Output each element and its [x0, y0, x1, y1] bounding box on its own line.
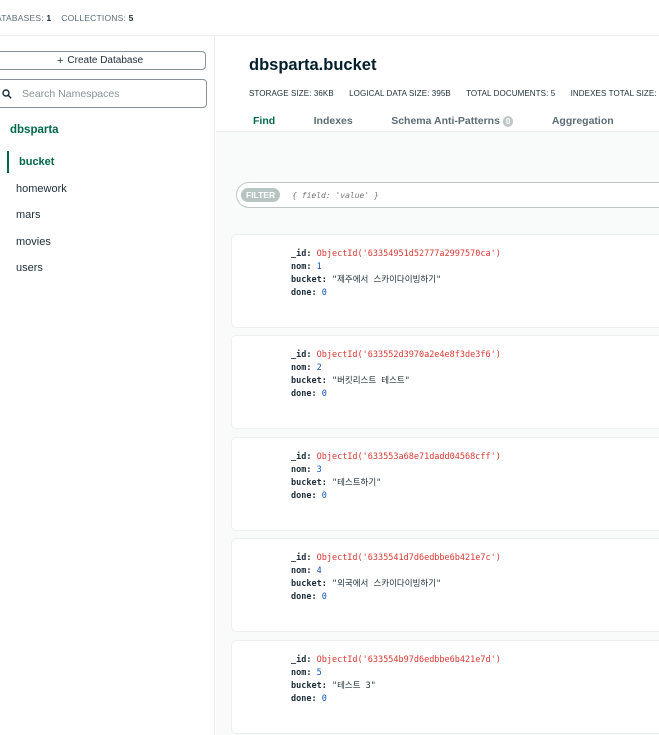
document-fields: _id: ObjectId('633553a68e71dadd04568cff'…: [291, 452, 501, 501]
databases-count: ATABASES: 1: [0, 12, 52, 23]
collection-item-bucket[interactable]: bucket: [0, 149, 215, 176]
database-item-dbsparta[interactable]: dbsparta: [10, 124, 59, 136]
tab-schema-anti-patterns[interactable]: Schema Anti-Patterns 0: [391, 115, 514, 127]
plus-icon: +: [56, 54, 64, 67]
document-card[interactable]: _id: ObjectId('633553a68e71dadd04568cff'…: [232, 438, 659, 530]
tab-find[interactable]: Find: [253, 115, 275, 127]
total-documents: TOTAL DOCUMENTS: 5: [466, 89, 556, 98]
create-database-button[interactable]: + Create Database: [0, 51, 206, 70]
anti-patterns-count-badge: 0: [502, 116, 514, 127]
document-card[interactable]: _id: ObjectId('633554b97d6edbbe6b421e7d'…: [232, 641, 659, 733]
main-panel: dbsparta.bucket STORAGE SIZE: 36KB LOGIC…: [216, 36, 659, 735]
collection-tabs: Find Indexes Schema Anti-Patterns 0 Aggre…: [253, 111, 648, 129]
indexes-total-size: INDEXES TOTAL SIZE: 36KB: [570, 89, 659, 98]
collection-item-homework[interactable]: homework: [0, 176, 215, 203]
document-fields: _id: ObjectId('63354951d52777a2997570ca'…: [291, 249, 501, 298]
filter-input[interactable]: [290, 189, 595, 201]
collection-item-mars[interactable]: mars: [0, 202, 215, 229]
search-namespaces-box[interactable]: [0, 79, 207, 108]
logical-data-size: LOGICAL DATA SIZE: 395B: [349, 89, 451, 98]
search-icon: [2, 88, 12, 99]
collection-item-movies[interactable]: movies: [0, 229, 215, 256]
collection-item-users[interactable]: users: [0, 255, 215, 282]
document-fields: _id: ObjectId('6335541d7d6edbbe6b421e7c'…: [291, 553, 501, 602]
document-card[interactable]: _id: ObjectId('6335541d7d6edbbe6b421e7c'…: [232, 539, 659, 631]
search-namespaces-input[interactable]: [20, 86, 194, 101]
tab-indexes[interactable]: Indexes: [314, 115, 353, 127]
document-card[interactable]: _id: ObjectId('633552d3970a2e4e8f3de3f6'…: [232, 336, 659, 428]
collections-count: COLLECTIONS: 5: [61, 12, 134, 23]
filter-bar[interactable]: FILTER: [236, 182, 659, 208]
document-fields: _id: ObjectId('633554b97d6edbbe6b421e7d'…: [291, 655, 501, 704]
document-fields: _id: ObjectId('633552d3970a2e4e8f3de3f6'…: [291, 350, 501, 399]
document-card[interactable]: _id: ObjectId('63354951d52777a2997570ca'…: [232, 235, 659, 327]
tab-aggregation[interactable]: Aggregation: [552, 115, 614, 127]
storage-size: STORAGE SIZE: 36KB: [249, 89, 334, 98]
instance-stats-bar: ATABASES: 1 COLLECTIONS: 5: [0, 0, 659, 36]
collection-stats: STORAGE SIZE: 36KB LOGICAL DATA SIZE: 39…: [249, 89, 659, 98]
sidebar: + Create Database dbsparta bucket homewo…: [0, 36, 215, 735]
collection-title: dbsparta.bucket: [249, 56, 377, 74]
filter-label: FILTER: [241, 188, 281, 202]
collection-list: bucket homework mars movies users: [0, 149, 215, 282]
